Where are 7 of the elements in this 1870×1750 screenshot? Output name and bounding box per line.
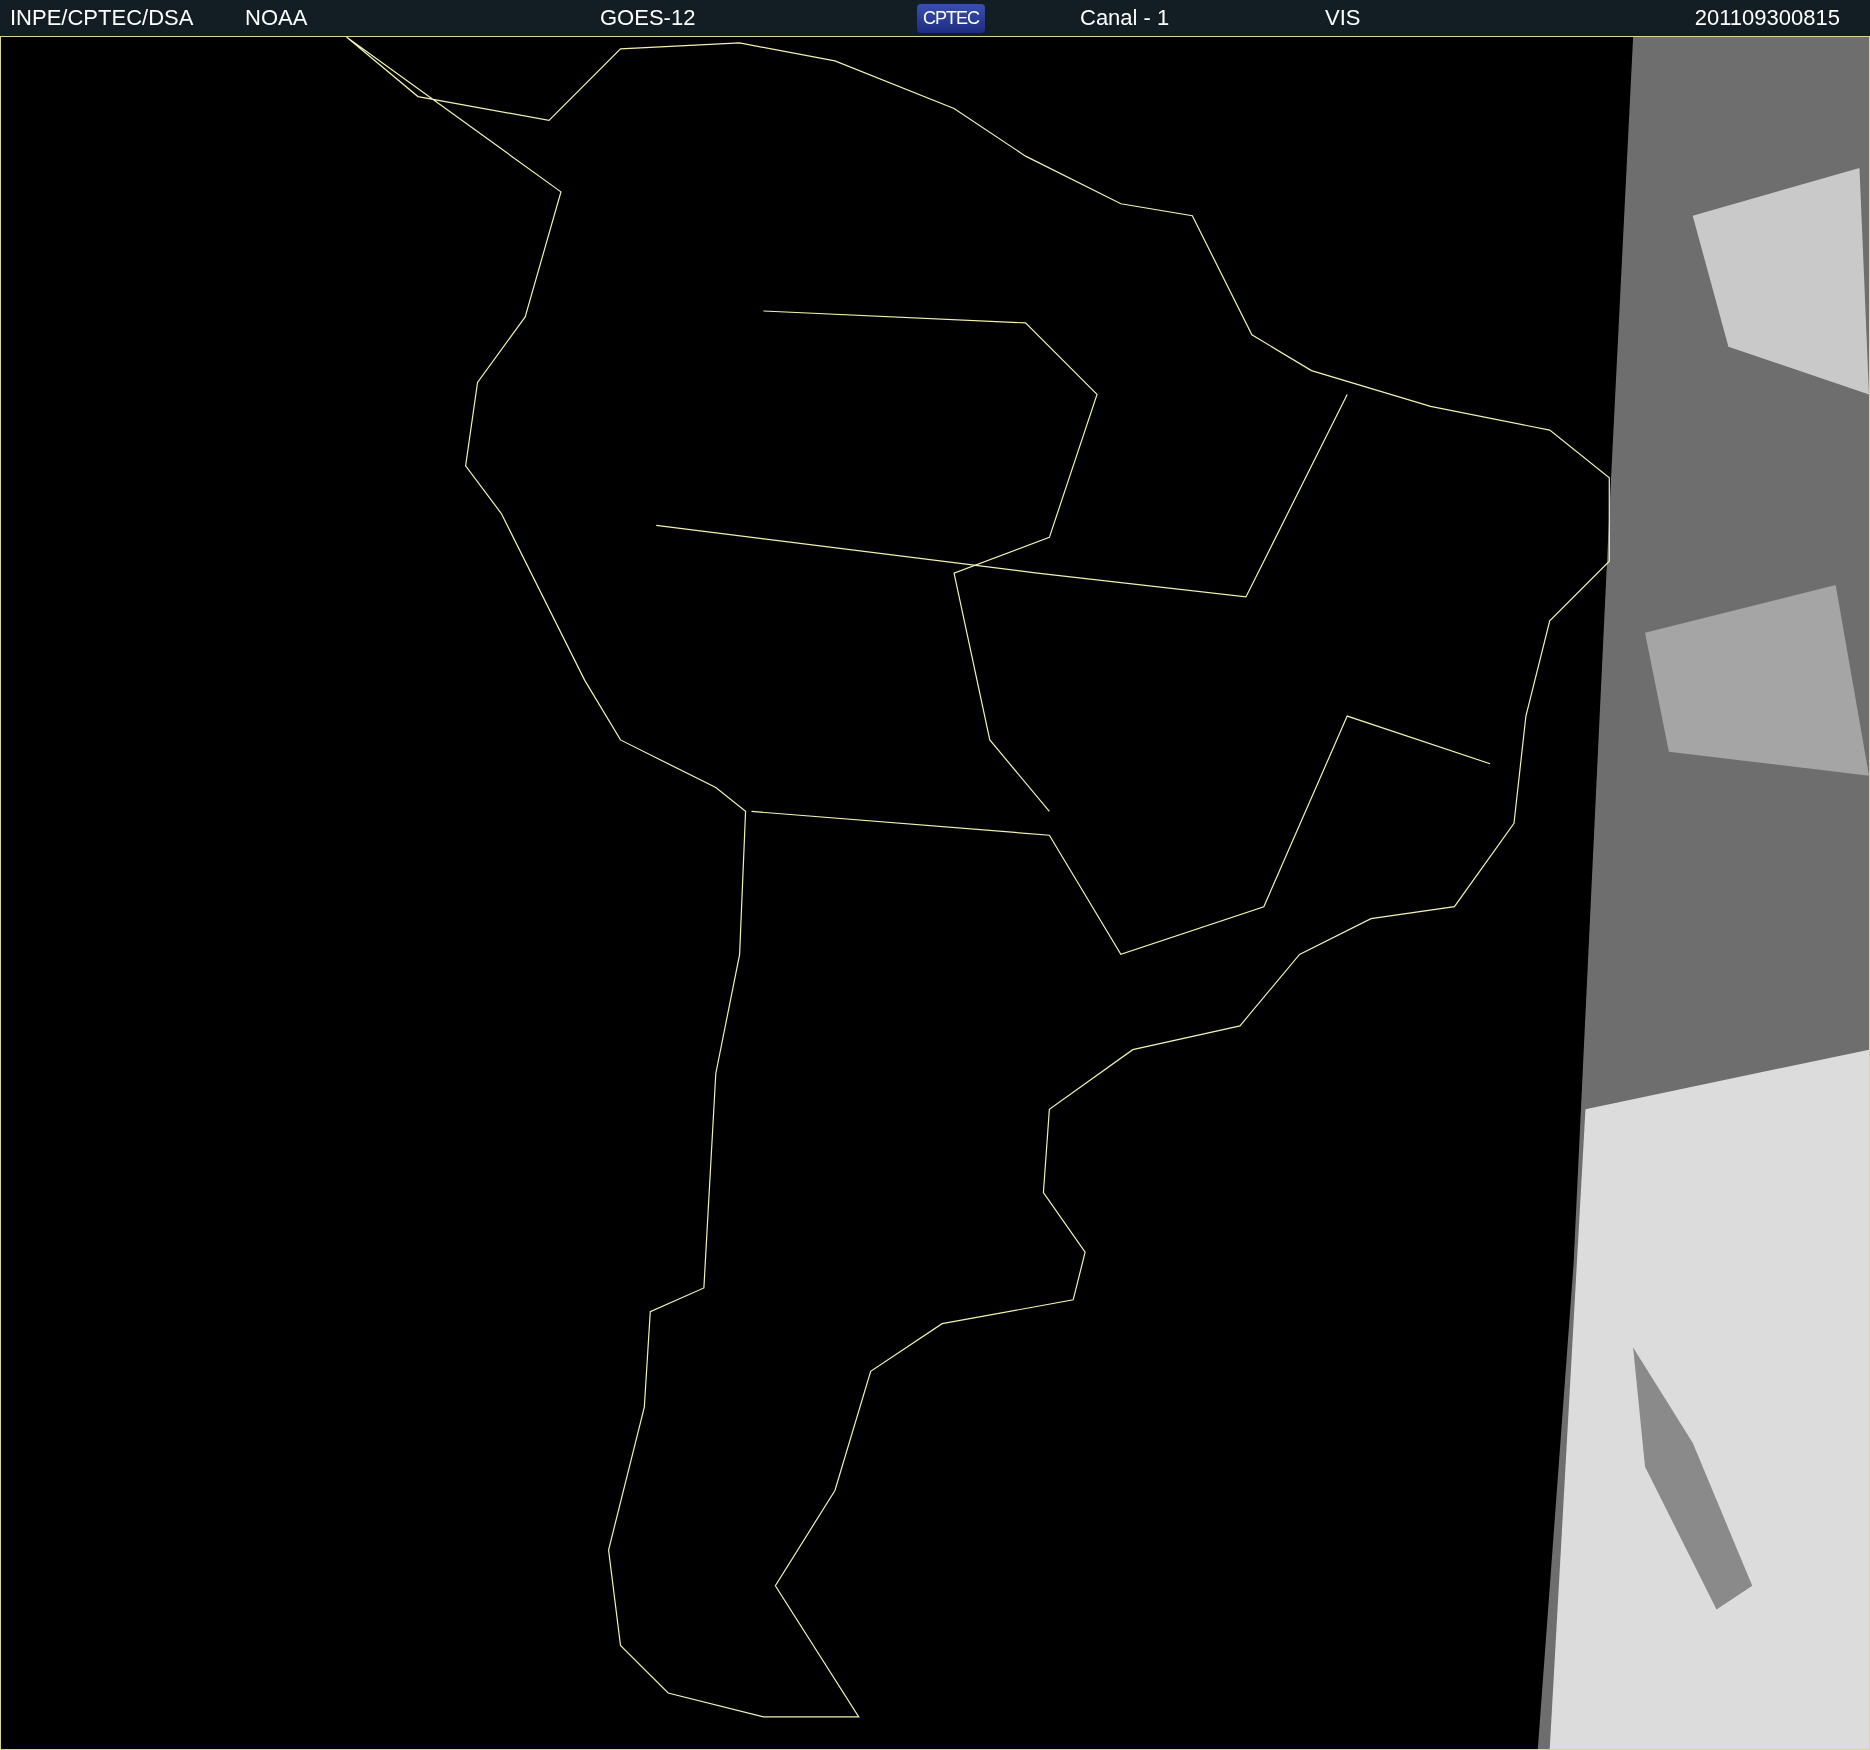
logo: CPTEC — [917, 3, 985, 33]
timestamp-label: 201109300815 — [1694, 5, 1840, 31]
source-label: INPE/CPTEC/DSA — [10, 5, 194, 31]
agency-label: NOAA — [245, 5, 308, 31]
band-label: VIS — [1325, 5, 1361, 31]
channel-label: Canal - 1 — [1080, 5, 1170, 31]
satellite-label: GOES-12 — [600, 5, 696, 31]
